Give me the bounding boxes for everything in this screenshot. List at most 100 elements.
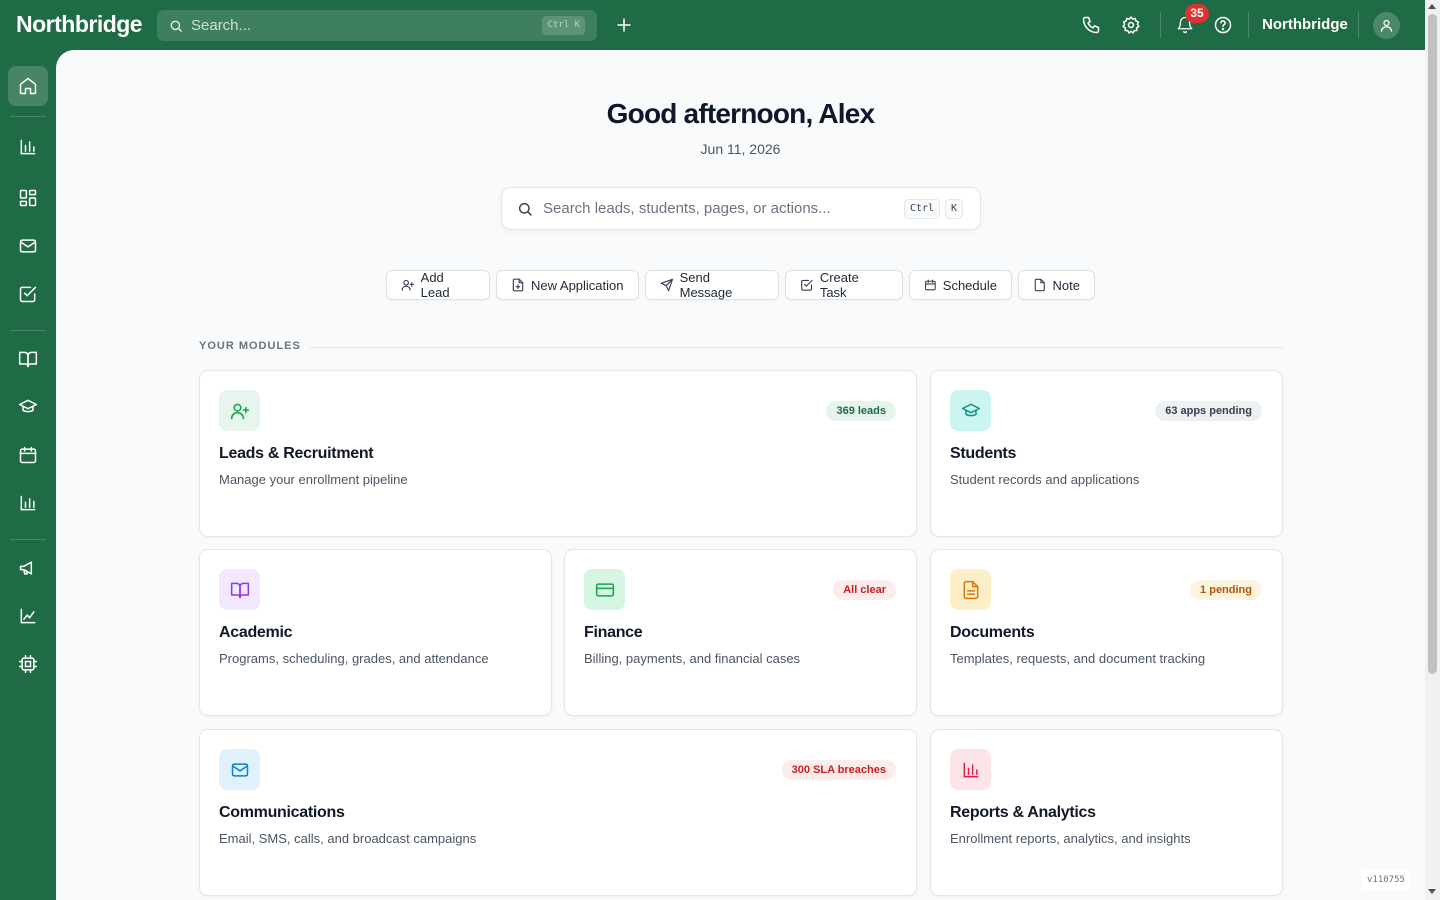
sidebar-item-campaigns[interactable] (8, 548, 48, 588)
module-card-communications[interactable]: 300 SLA breaches Communications Email, S… (199, 729, 917, 896)
send-icon (660, 278, 674, 292)
user-icon (1380, 19, 1393, 32)
note-icon (1034, 278, 1045, 292)
shortcut-key: K (945, 199, 964, 219)
brand-logo[interactable]: Northbridge (16, 11, 143, 38)
page-title: Good afternoon, Alex (606, 98, 875, 129)
sidebar-separator (10, 116, 46, 117)
status-badge: All clear (833, 580, 896, 600)
search-shortcut-hint: Ctrl K (542, 16, 585, 35)
top-bar: Northbridge Search... Ctrl K 35 Northbri… (0, 0, 1425, 50)
sidebar-item-analytics[interactable] (8, 483, 48, 523)
add-lead-button[interactable]: Add Lead (386, 270, 490, 300)
topbar-divider (1248, 12, 1249, 38)
sidebar-item-dashboard-stats[interactable] (8, 127, 48, 167)
shortcut-key: Ctrl (904, 199, 941, 219)
search-icon (518, 202, 532, 216)
schedule-button[interactable]: Schedule (909, 270, 1012, 300)
global-search-placeholder: Search... (191, 17, 252, 34)
module-description: Billing, payments, and financial cases (584, 651, 801, 666)
help-button[interactable] (1211, 13, 1235, 37)
scroll-down-arrow[interactable] (1428, 889, 1436, 894)
module-title: Finance (584, 624, 643, 641)
sidebar-item-calendar[interactable] (8, 435, 48, 475)
version-label: v110755 (1361, 870, 1411, 890)
section-divider (310, 347, 1284, 348)
sidebar-item-academic[interactable] (8, 339, 48, 379)
status-badge: 300 SLA breaches (781, 760, 896, 780)
command-search-input[interactable]: Search leads, students, pages, or action… (501, 187, 981, 230)
bar-chart-icon (20, 139, 36, 155)
calendar-icon (19, 446, 37, 464)
settings-button[interactable] (1119, 13, 1143, 37)
status-badge: 63 apps pending (1155, 401, 1262, 421)
bar-chart-icon (963, 762, 978, 777)
scroll-up-arrow[interactable] (1428, 4, 1436, 9)
module-description: Manage your enrollment pipeline (219, 472, 408, 487)
search-icon (170, 20, 182, 32)
module-icon-box (950, 569, 991, 610)
plus-icon (617, 18, 631, 32)
module-card-documents[interactable]: 1 pending Documents Templates, requests,… (930, 549, 1283, 716)
module-title: Academic (219, 624, 293, 641)
create-task-button[interactable]: Create Task (785, 270, 903, 300)
mail-icon (19, 239, 37, 253)
module-title: Leads & Recruitment (219, 445, 374, 462)
module-card-reports[interactable]: Reports & Analytics Enrollment reports, … (930, 729, 1283, 896)
organization-switcher[interactable]: Northbridge (1262, 16, 1348, 33)
sidebar-item-tasks[interactable] (8, 274, 48, 314)
note-label: Note (1052, 277, 1080, 293)
send-message-label: Send Message (679, 270, 733, 300)
module-title: Documents (950, 624, 1035, 641)
new-application-button[interactable]: New Application (496, 270, 639, 300)
sidebar-item-trends[interactable] (8, 596, 48, 636)
status-badge: 369 leads (826, 401, 896, 421)
calendar-icon (925, 279, 936, 291)
module-description: Email, SMS, calls, and broadcast campaig… (219, 831, 477, 846)
module-card-leads[interactable]: 369 leads Leads & Recruitment Manage you… (199, 370, 917, 537)
help-circle-icon (1214, 16, 1232, 34)
document-icon (963, 580, 978, 599)
module-card-academic[interactable]: Academic Programs, scheduling, grades, a… (199, 549, 552, 716)
user-plus-icon (230, 403, 249, 419)
send-message-button[interactable]: Send Message (645, 270, 779, 300)
sidebar-item-students[interactable] (8, 387, 48, 427)
user-avatar-button[interactable] (1373, 12, 1400, 39)
sidebar (0, 50, 56, 900)
topbar-divider (1160, 12, 1161, 38)
sidebar-separator (10, 539, 46, 540)
user-plus-icon (401, 279, 415, 291)
book-icon (18, 351, 38, 368)
cpu-chip-icon (18, 654, 38, 674)
note-button[interactable]: Note (1018, 270, 1095, 300)
module-icon-box (219, 569, 260, 610)
sidebar-item-inbox[interactable] (8, 226, 48, 266)
module-description: Enrollment reports, analytics, and insig… (950, 831, 1191, 846)
sidebar-item-dashboards[interactable] (8, 178, 48, 218)
create-new-button[interactable] (612, 13, 636, 37)
topbar-divider (1358, 12, 1359, 38)
analytics-bar-icon (20, 495, 36, 511)
command-search-placeholder: Search leads, students, pages, or action… (543, 200, 831, 217)
mail-icon (231, 762, 248, 777)
module-title: Communications (219, 804, 345, 821)
gear-icon (1122, 15, 1140, 35)
dashboard-grid-icon (19, 189, 37, 207)
module-description: Programs, scheduling, grades, and attend… (219, 651, 489, 666)
phone-button[interactable] (1079, 13, 1103, 37)
main-content: Good afternoon, Alex Jun 11, 2026 Search… (56, 50, 1425, 900)
global-search-input[interactable]: Search... Ctrl K (157, 10, 597, 41)
sidebar-item-home[interactable] (8, 66, 48, 106)
check-square-icon (801, 279, 813, 291)
checkbox-icon (19, 286, 37, 303)
notification-count-badge: 35 (1185, 4, 1209, 23)
book-open-icon (230, 582, 249, 598)
phone-icon (1082, 16, 1100, 34)
page-scrollbar[interactable] (1425, 0, 1440, 900)
module-card-finance[interactable]: All clear Finance Billing, payments, and… (564, 549, 917, 716)
sidebar-item-integrations[interactable] (8, 644, 48, 684)
add-lead-label: Add Lead (420, 270, 450, 300)
create-task-label: Create Task (819, 270, 859, 300)
scroll-thumb[interactable] (1428, 14, 1437, 674)
module-card-students[interactable]: 63 apps pending Students Student records… (930, 370, 1283, 537)
